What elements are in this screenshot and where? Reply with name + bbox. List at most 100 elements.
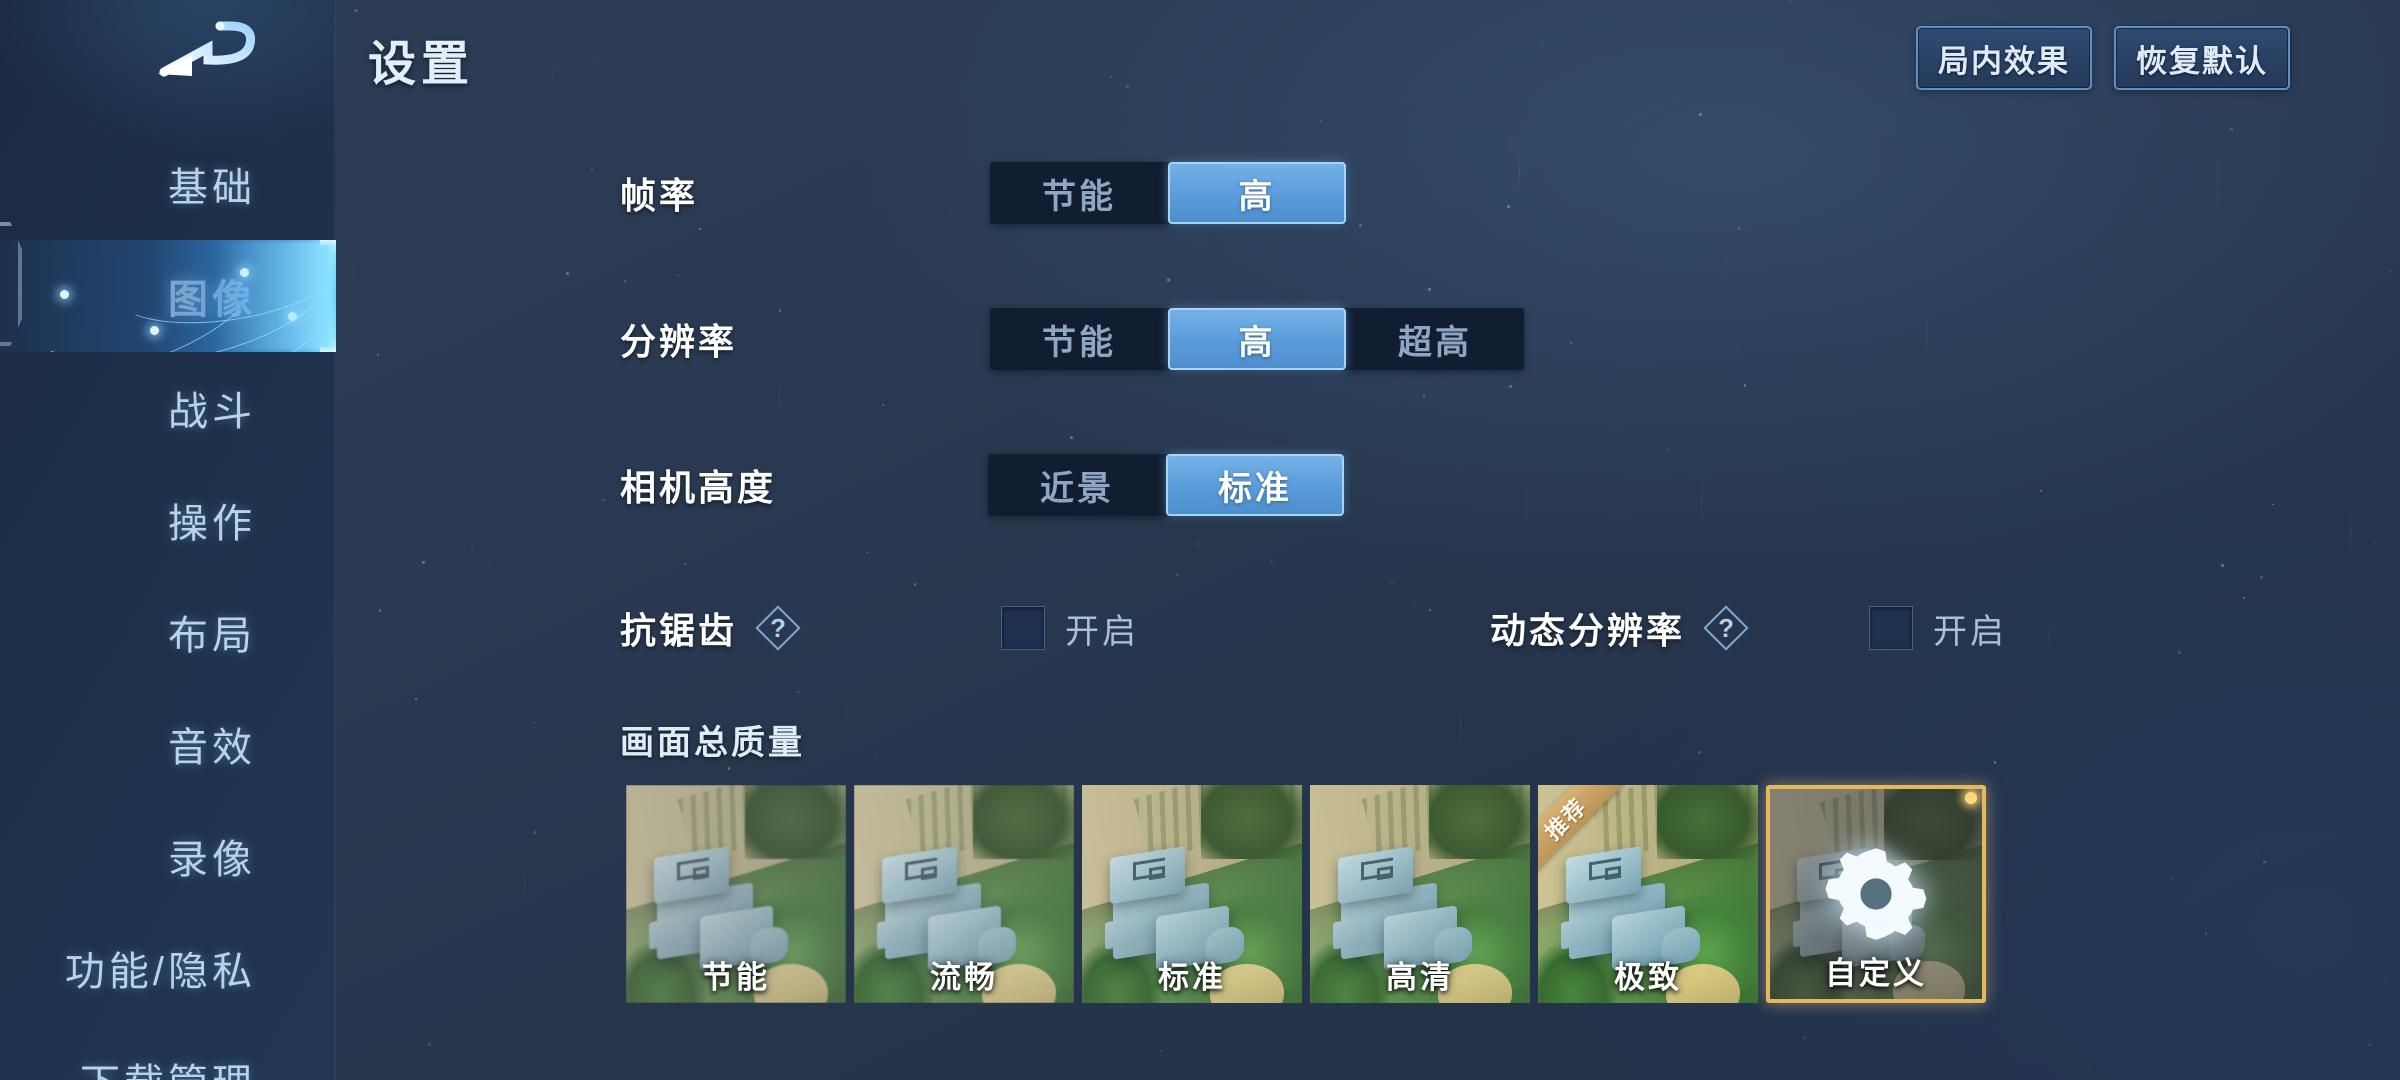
- star-speck: [1587, 1004, 1589, 1006]
- star-speck: [977, 12, 979, 14]
- setting-label: 分辨率: [620, 321, 738, 362]
- star-streak: [1459, 703, 1461, 757]
- in-game-effects-button[interactable]: 局内效果: [1916, 26, 2092, 90]
- sidebar-edge-cap: [320, 240, 336, 245]
- quality-preset-card[interactable]: 节能: [626, 785, 846, 1003]
- back-arrow-logo-icon[interactable]: [150, 18, 270, 90]
- segment-option[interactable]: 超高: [1346, 308, 1524, 370]
- star-speck: [1789, 0, 1792, 3]
- setting-row-resolution: 分辨率 节能 高 超高: [620, 266, 2380, 412]
- decorative-node-dot: [60, 290, 69, 299]
- sidebar: 基础图像战斗操作布局音效录像功能/隐私下载管理: [0, 0, 336, 1080]
- quality-preset-label: 节能: [702, 960, 770, 995]
- sidebar-item-2[interactable]: 战斗: [0, 352, 336, 464]
- star-speck: [1110, 75, 1113, 78]
- star-streak: [1987, 877, 1989, 913]
- star-streak: [2006, 904, 2008, 927]
- sidebar-item-6[interactable]: 录像: [0, 800, 336, 912]
- quality-section-title: 画面总质量: [620, 724, 805, 762]
- segment-option-selected[interactable]: 高: [1168, 162, 1346, 224]
- sidebar-active-edge: [329, 242, 336, 350]
- setting-row-frame-rate: 帧率 节能 高: [620, 120, 2380, 266]
- star-speck: [2002, 953, 2005, 956]
- sidebar-item-label: 功能/隐私: [64, 950, 256, 994]
- star-speck: [354, 8, 358, 12]
- quality-preset-label: 标准: [1158, 960, 1226, 995]
- quality-preset-card[interactable]: 推荐 极致: [1538, 785, 1758, 1003]
- star-speck: [875, 753, 877, 755]
- sidebar-item-label: 录像: [168, 838, 256, 882]
- sidebar-item-0[interactable]: 基础: [0, 128, 336, 240]
- page-title: 设置: [368, 38, 475, 91]
- sidebar-item-label: 下载管理: [80, 1051, 256, 1080]
- sidebar-item-3[interactable]: 操作: [0, 464, 336, 576]
- sidebar-item-label: 操作: [168, 502, 256, 546]
- quality-preset-label: 自定义: [1825, 956, 1927, 991]
- quality-preset-label: 极致: [1614, 960, 1682, 995]
- star-speck: [415, 698, 417, 700]
- setting-label: 动态分辨率: [1490, 610, 1686, 651]
- star-speck: [421, 560, 425, 564]
- star-streak: [523, 862, 525, 908]
- question-mark-icon[interactable]: ?: [1703, 605, 1749, 651]
- checkbox-dynamic-resolution[interactable]: [1869, 606, 1914, 650]
- star-speck: [494, 74, 497, 77]
- segment-option-selected[interactable]: 高: [1168, 308, 1346, 370]
- star-speck: [1803, 1036, 1807, 1040]
- segmented-control-resolution: 节能 高 超高: [990, 308, 1524, 370]
- star-speck: [566, 272, 570, 276]
- star-speck: [376, 353, 379, 356]
- settings-rows: 帧率 节能 高 分辨率 节能 高 超高 相机高度 近景 标准 抗锯齿 ? 开启 …: [620, 120, 2380, 698]
- toggle-group-antialiasing: 抗锯齿 ? 开启: [620, 602, 1139, 654]
- toggle-group-dynamic-resolution: 动态分辨率 ? 开启: [1490, 602, 2007, 654]
- star-streak: [2258, 843, 2260, 864]
- sidebar-item-7[interactable]: 功能/隐私: [0, 912, 336, 1024]
- sidebar-item-8[interactable]: 下载管理: [0, 1024, 336, 1080]
- star-speck: [2368, 1043, 2371, 1047]
- checkbox-label: 开启: [1933, 612, 2008, 651]
- quality-preset-card[interactable]: 高清: [1310, 785, 1530, 1003]
- star-speck: [471, 545, 473, 548]
- sidebar-item-label: 基础: [168, 166, 256, 210]
- quality-preset-card[interactable]: 流畅: [854, 785, 1074, 1003]
- decorative-node-dot: [240, 268, 249, 277]
- star-streak: [552, 61, 554, 88]
- segment-option-selected[interactable]: 标准: [1166, 454, 1344, 516]
- star-streak: [595, 42, 597, 79]
- decorative-node-dot: [288, 312, 297, 321]
- star-speck: [2170, 877, 2173, 880]
- question-mark-icon[interactable]: ?: [755, 605, 801, 651]
- quality-preset-card[interactable]: 标准: [1082, 785, 1302, 1003]
- star-speck: [2388, 45, 2390, 47]
- star-speck: [2263, 860, 2267, 864]
- restore-defaults-button[interactable]: 恢复默认: [2114, 26, 2290, 90]
- star-speck: [1699, 113, 1703, 116]
- setting-row-camera-height: 相机高度 近景 标准: [620, 412, 2380, 558]
- star-speck: [1698, 751, 1702, 755]
- quality-preset-card[interactable]: 自定义: [1766, 785, 1986, 1003]
- segment-option[interactable]: 节能: [990, 308, 1168, 370]
- sidebar-active-highlight: [0, 240, 336, 352]
- sidebar-item-5[interactable]: 音效: [0, 688, 336, 800]
- setting-label: 抗锯齿: [620, 610, 738, 651]
- star-speck: [727, 767, 731, 770]
- sidebar-nav: 基础图像战斗操作布局音效录像功能/隐私下载管理: [0, 128, 336, 1080]
- star-speck: [591, 167, 594, 170]
- settings-screen: 基础图像战斗操作布局音效录像功能/隐私下载管理 设置 局内效果 恢复默认 帧率 …: [0, 0, 2400, 1080]
- header-buttons: 局内效果 恢复默认: [1916, 26, 2290, 90]
- quality-preset-label: 流畅: [930, 960, 998, 995]
- checkbox-antialiasing[interactable]: [1001, 606, 1046, 650]
- sidebar-item-4[interactable]: 布局: [0, 576, 336, 688]
- checkbox-label: 开启: [1065, 612, 1140, 651]
- segment-option[interactable]: 近景: [988, 454, 1166, 516]
- segmented-control-camera-height: 近景 标准: [988, 454, 1344, 516]
- setting-label: 相机高度: [620, 467, 777, 508]
- star-speck: [1540, 44, 1542, 46]
- star-speck: [2205, 932, 2208, 935]
- decorative-node-dot: [150, 326, 159, 335]
- segment-option[interactable]: 节能: [990, 162, 1168, 224]
- sidebar-item-1[interactable]: 图像: [0, 240, 336, 352]
- star-speck: [1126, 85, 1130, 88]
- star-speck: [488, 562, 490, 564]
- quality-preset-label: 高清: [1386, 960, 1454, 995]
